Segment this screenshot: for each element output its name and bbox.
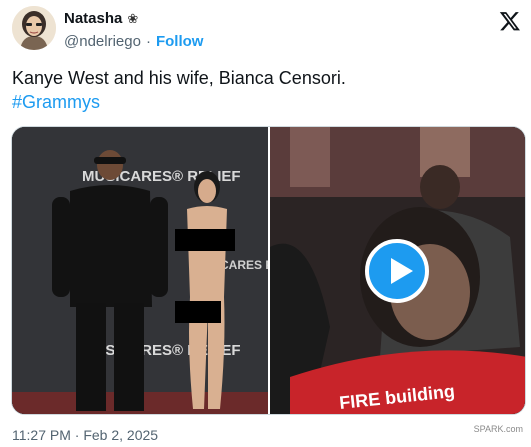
flower-emoji-icon: ❀ — [127, 10, 139, 26]
red-carpet-photo[interactable]: MUSICARES® RELIEF MUSICARES FIRE MUSICAR… — [12, 127, 268, 415]
tweet-body: Kanye West and his wife, Bianca Censori. — [12, 68, 346, 88]
watermark-line2: SPARK.com — [473, 424, 523, 434]
tweet-timestamp[interactable]: 11:27 PM · Feb 2, 2025 — [12, 427, 158, 443]
avatar[interactable] — [12, 6, 56, 50]
hashtag-link[interactable]: #Grammys — [12, 90, 517, 114]
play-icon — [391, 258, 413, 284]
follow-button[interactable]: Follow — [156, 33, 204, 50]
author-name[interactable]: Natasha — [64, 10, 122, 27]
avatar-illustration — [12, 6, 56, 50]
tweet-text: Kanye West and his wife, Bianca Censori.… — [12, 66, 517, 114]
play-button[interactable] — [365, 239, 429, 303]
watermark: SPARK.com — [474, 424, 523, 434]
author-block: Natasha ❀ @ndelriego · Follow — [64, 10, 203, 50]
separator-dot: · — [145, 33, 151, 50]
media-container[interactable]: MUSICARES® RELIEF MUSICARES FIRE MUSICAR… — [11, 126, 526, 415]
author-name-row: Natasha ❀ — [64, 10, 203, 27]
tweet-card: Natasha ❀ @ndelriego · Follow Kanye West… — [0, 0, 531, 447]
author-handle[interactable]: @ndelriego — [64, 33, 141, 50]
x-logo-icon[interactable] — [499, 10, 521, 32]
author-handle-row: @ndelriego · Follow — [64, 33, 203, 50]
